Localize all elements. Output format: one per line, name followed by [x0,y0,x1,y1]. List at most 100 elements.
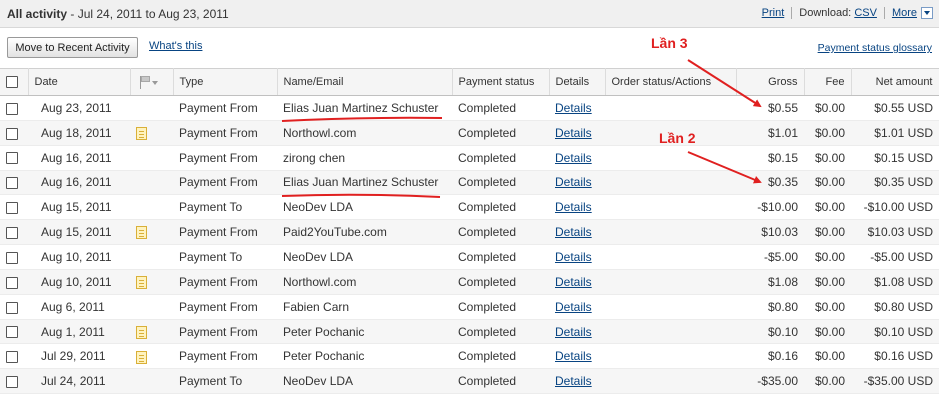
row-type: Payment From [173,219,277,246]
note-icon[interactable] [136,126,147,140]
column-flag[interactable] [130,68,174,96]
row-status: Completed [452,95,549,121]
row-type: Payment To [173,368,277,395]
row-details-cell: Details [549,120,605,146]
row-name: Northowl.com [277,120,452,146]
annotation-label-2: Lần 2 [659,130,696,146]
table-row[interactable]: Aug 23, 2011 Payment From Elias Juan Marti… [0,95,939,121]
row-select-cell [0,244,28,270]
table-row[interactable]: Aug 1, 2011 Payment From Peter Pochanic Com… [0,319,939,345]
row-order-status [605,368,736,395]
row-net: $0.16 USD [851,343,939,370]
row-checkbox[interactable] [6,351,18,364]
table-row[interactable]: Aug 16, 2011 Payment From zirong chen Compl… [0,145,939,171]
details-link[interactable]: Details [555,275,592,289]
row-date: Aug 23, 2011 [28,95,130,121]
details-link[interactable]: Details [555,175,592,189]
column-fee[interactable]: Fee [804,68,852,96]
row-checkbox[interactable] [6,301,18,314]
select-all-cell [0,68,29,96]
details-link[interactable]: Details [555,374,592,388]
column-gross[interactable]: Gross [736,68,805,96]
row-type: Payment From [173,319,277,345]
table-row[interactable]: Aug 10, 2011 Payment To NeoDev LDA Complete… [0,244,939,270]
column-net[interactable]: Net amount [851,68,939,96]
details-link[interactable]: Details [555,126,592,140]
row-select-cell [0,269,28,295]
details-link[interactable]: Details [555,349,592,363]
activity-header-bar: All activity - Jul 24, 2011 to Aug 23, 2… [0,0,939,28]
row-details-cell: Details [549,219,605,246]
row-select-cell [0,319,28,345]
row-checkbox[interactable] [6,226,18,239]
row-select-cell [0,194,28,221]
column-status[interactable]: Payment status [452,68,550,96]
row-date: Aug 16, 2011 [28,170,130,196]
header-actions: Print Download: CSV More [762,7,933,19]
row-note-cell [130,120,173,146]
table-row[interactable]: Aug 15, 2011 Payment From Paid2YouTube.com… [0,219,939,246]
details-link[interactable]: Details [555,200,592,214]
row-fee: $0.00 [804,269,851,295]
details-link[interactable]: Details [555,300,592,314]
table-row[interactable]: Aug 6, 2011 Payment From Fabien Carn Comple… [0,294,939,320]
row-checkbox[interactable] [6,276,18,289]
table-row[interactable]: Jul 29, 2011 Payment From Peter Pochanic Co… [0,343,939,370]
table-row[interactable]: Jul 24, 2011 Payment To NeoDev LDA Complete… [0,368,939,395]
row-checkbox[interactable] [6,251,18,264]
row-checkbox[interactable] [6,177,18,190]
details-link[interactable]: Details [555,101,592,115]
row-fee: $0.00 [804,368,851,395]
row-name: Peter Pochanic [277,319,452,345]
row-note-cell [130,145,173,171]
row-checkbox[interactable] [6,202,18,215]
row-checkbox[interactable] [6,326,18,339]
note-icon[interactable] [136,350,147,364]
row-name: zirong chen [277,145,452,171]
row-date: Aug 10, 2011 [28,244,130,270]
note-icon[interactable] [136,325,147,339]
more-dropdown-icon[interactable] [921,7,933,19]
move-to-recent-activity-button[interactable]: Move to Recent Activity [7,37,138,58]
row-gross: $0.80 [736,294,804,320]
flag-icon[interactable] [137,75,159,89]
row-checkbox[interactable] [6,152,18,165]
details-link[interactable]: Details [555,250,592,264]
row-checkbox[interactable] [6,376,18,389]
column-name[interactable]: Name/Email [277,68,453,96]
row-status: Completed [452,170,549,196]
row-order-status [605,145,736,171]
more-link[interactable]: More [892,7,917,19]
divider [883,7,885,19]
details-link[interactable]: Details [555,325,592,339]
table-row[interactable]: Aug 16, 2011 Payment From Elias Juan Marti… [0,170,939,196]
row-gross: -$5.00 [736,244,804,270]
row-name: NeoDev LDA [277,244,452,270]
row-type: Payment From [173,145,277,171]
details-link[interactable]: Details [555,151,592,165]
row-date: Aug 10, 2011 [28,269,130,295]
row-type: Payment To [173,194,277,221]
column-type[interactable]: Type [173,68,278,96]
row-fee: $0.00 [804,294,851,320]
row-name: NeoDev LDA [277,368,452,395]
column-date[interactable]: Date [28,68,131,96]
row-status: Completed [452,194,549,221]
print-link[interactable]: Print [762,7,785,19]
payment-status-glossary-link[interactable]: Payment status glossary [818,42,932,54]
note-icon[interactable] [136,275,147,289]
whats-this-link[interactable]: What's this [149,40,202,52]
csv-link[interactable]: CSV [854,7,877,19]
row-gross: $0.55 [736,95,804,121]
row-checkbox[interactable] [6,127,18,140]
row-order-status [605,269,736,295]
details-link[interactable]: Details [555,225,592,239]
row-select-cell [0,368,28,395]
table-row[interactable]: Aug 18, 2011 Payment From Northowl.com Comp… [0,120,939,146]
table-row[interactable]: Aug 10, 2011 Payment From Northowl.com Comp… [0,269,939,295]
select-all-checkbox[interactable] [6,76,18,89]
table-row[interactable]: Aug 15, 2011 Payment To NeoDev LDA Complete… [0,194,939,221]
row-name: Paid2YouTube.com [277,219,452,246]
row-checkbox[interactable] [6,102,18,115]
note-icon[interactable] [136,226,147,240]
